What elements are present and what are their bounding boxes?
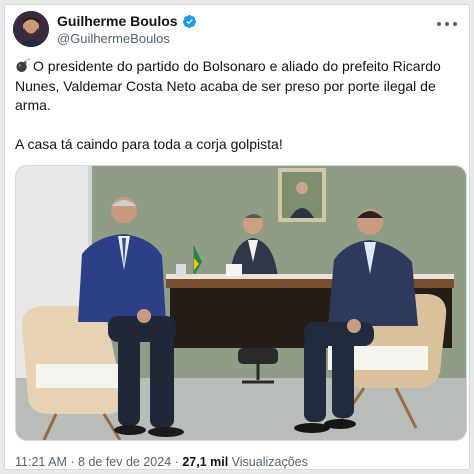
author-avatar[interactable]	[13, 11, 49, 47]
tweet-header: Guilherme Boulos @GuilhermeBoulos	[13, 11, 461, 51]
tweet-date[interactable]: 8 de fev de 2024	[78, 455, 171, 469]
tweet-text: O presidente do partido do Bolsonaro e a…	[15, 57, 461, 154]
author-display-name[interactable]: Guilherme Boulos	[57, 13, 178, 30]
tweet-text-line-2: A casa tá caindo para toda a corja golpi…	[15, 135, 283, 152]
views-count: 27,1 mil	[182, 455, 229, 469]
bomb-icon	[15, 58, 30, 73]
meta-separator-2: ·	[174, 455, 179, 469]
author-handle[interactable]: @GuilhermeBoulos	[57, 31, 197, 47]
views-label[interactable]: Visualizações	[232, 455, 308, 469]
meta-separator: ·	[70, 455, 75, 469]
more-options-icon[interactable]	[437, 17, 457, 31]
tweet-photo[interactable]	[15, 165, 467, 441]
verified-badge-icon	[182, 14, 197, 29]
tweet-meta: 11:21 AM · 8 de fev de 2024 · 27,1 mil V…	[15, 455, 308, 469]
tweet-paragraph-2: A casa tá caindo para toda a corja golpi…	[15, 135, 461, 155]
tweet-time[interactable]: 11:21 AM	[15, 455, 67, 469]
author-info: Guilherme Boulos @GuilhermeBoulos	[57, 13, 197, 47]
tweet-text-line-1: O presidente do partido do Bolsonaro e a…	[15, 58, 441, 113]
tweet-paragraph-1: O presidente do partido do Bolsonaro e a…	[15, 57, 461, 116]
tweet-card: Guilherme Boulos @GuilhermeBoulos O pres…	[4, 4, 470, 470]
